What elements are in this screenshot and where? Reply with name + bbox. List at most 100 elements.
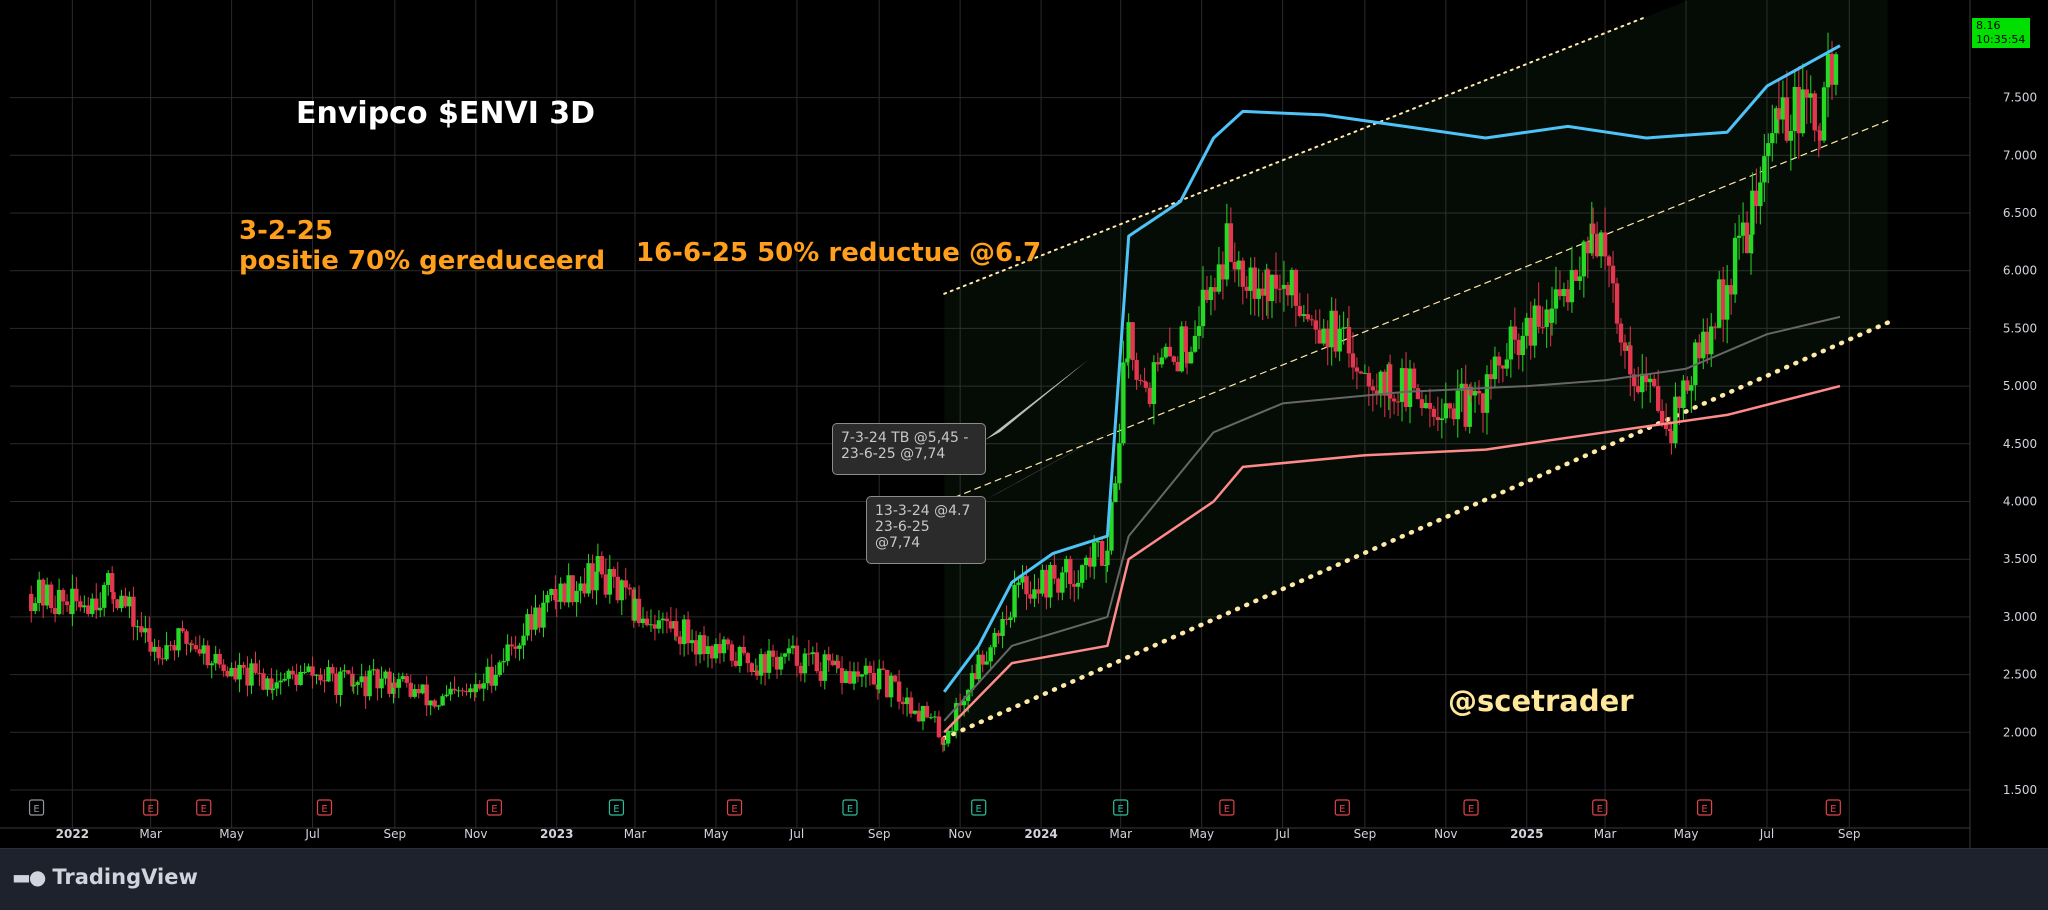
candle-body <box>1520 335 1525 356</box>
candle-body <box>762 654 768 673</box>
candle-body <box>1188 351 1194 364</box>
candle-body <box>623 580 628 588</box>
candle-body <box>481 683 486 689</box>
price-chart[interactable]: 1.500 2.000 2.500 3.000 3.500 4.000 4.500 5.000… <box>0 0 2048 909</box>
candle-body <box>988 647 993 662</box>
y-tick-label: 6.500 <box>2003 206 2037 220</box>
candle-body <box>351 684 356 687</box>
candle-body <box>798 665 804 674</box>
candle-body <box>1724 285 1730 320</box>
candle-body <box>40 579 46 606</box>
candle-body <box>1528 317 1533 346</box>
candle-body <box>574 590 579 603</box>
candle-body <box>1792 86 1798 132</box>
candle-body <box>1095 541 1101 543</box>
candle-body <box>1317 329 1322 344</box>
candle-body <box>1720 279 1726 320</box>
candle-body <box>1044 569 1049 598</box>
candle-body <box>668 621 674 629</box>
candle-body <box>1677 396 1682 408</box>
earnings-marker-label: E <box>847 804 853 815</box>
callout-trade-1[interactable]: 7-3-24 TB @5,45 - 23-6-25 @7,74 <box>832 423 986 475</box>
earnings-marker-label: E <box>1339 804 1345 815</box>
candle-body <box>1354 367 1360 372</box>
candle-body <box>806 653 812 655</box>
candle-body <box>70 588 75 614</box>
candle-body <box>359 676 364 683</box>
candle-body <box>928 717 934 719</box>
candle-body <box>1179 326 1184 372</box>
candle-body <box>176 628 181 651</box>
x-tick-label: Jul <box>304 827 319 841</box>
candle-body <box>1602 232 1608 257</box>
candle-body <box>1285 284 1291 296</box>
candle-body <box>1808 93 1813 98</box>
candle-body <box>221 664 226 671</box>
candle-body <box>119 595 124 609</box>
candle-body <box>545 595 550 603</box>
candle-body <box>713 644 719 659</box>
y-tick-label: 2.000 <box>2003 725 2037 739</box>
candle-body <box>213 653 218 664</box>
candle-body <box>521 635 526 646</box>
candle-body <box>94 598 99 611</box>
x-tick-label: Mar <box>1109 827 1132 841</box>
tradingview-logo[interactable]: ▬● TradingView <box>12 865 198 889</box>
candle-body <box>1681 380 1686 408</box>
candle-body <box>582 583 587 594</box>
candle-body <box>444 694 449 697</box>
last-price: 8.16 <box>1976 19 2001 32</box>
candle-body <box>758 654 764 676</box>
x-tick-label: Nov <box>1434 827 1457 841</box>
x-tick-label: Nov <box>948 827 971 841</box>
candle-body <box>1151 362 1157 405</box>
candle-body <box>261 673 266 690</box>
candle-body <box>294 674 299 685</box>
candle-body <box>912 710 918 714</box>
candle-body <box>148 641 153 652</box>
candle-body <box>1028 594 1033 599</box>
callout-trade-2[interactable]: 13-3-24 @4.7 23-6-25 @7,74 <box>866 496 986 564</box>
candle-body <box>916 710 922 722</box>
callout-trade-2-line-2: 23-6-25 <box>875 519 930 535</box>
candle-body <box>1544 309 1549 327</box>
candle-body <box>818 671 824 681</box>
candle-body <box>1423 402 1429 409</box>
candle-body <box>554 600 559 602</box>
y-tick-label: 2.500 <box>2003 668 2037 682</box>
candle-body <box>1512 326 1518 340</box>
candle-body <box>1036 589 1041 594</box>
candle-body <box>1647 378 1653 383</box>
candle-body <box>835 660 841 669</box>
candle-body <box>1732 237 1738 295</box>
candle-body <box>541 602 546 628</box>
candle-body <box>1297 305 1303 317</box>
candle-body <box>932 716 938 718</box>
callout-trade-1-line-2: 23-6-25 @7,74 <box>841 446 946 462</box>
candle-body <box>681 619 687 645</box>
candle-body <box>1758 182 1763 207</box>
candle-body <box>74 588 79 602</box>
candle-body <box>644 618 650 626</box>
candle-body <box>310 666 315 676</box>
candle-body <box>664 618 670 622</box>
candle-body <box>770 650 776 657</box>
x-tick-label: Jul <box>1759 827 1774 841</box>
x-tick-label: Sep <box>1838 827 1861 841</box>
x-tick-label: 2024 <box>1024 827 1057 841</box>
candle-body <box>1087 557 1093 567</box>
brand-name: TradingView <box>52 865 198 889</box>
candle-body <box>1204 289 1210 301</box>
candle-body <box>1391 398 1397 402</box>
candle-body <box>1138 379 1143 381</box>
candle-body <box>29 593 34 612</box>
candle-body <box>590 563 595 591</box>
callout-trade-2-line-3: @7,74 <box>875 535 921 551</box>
candle-body <box>689 640 695 644</box>
candle-body <box>217 653 222 665</box>
candle-body <box>537 607 542 628</box>
callout-trade-1-line-1: 7-3-24 TB @5,45 - <box>841 430 969 446</box>
candle-body <box>1143 382 1149 388</box>
candle-body <box>452 688 457 691</box>
candle-body <box>830 660 835 666</box>
